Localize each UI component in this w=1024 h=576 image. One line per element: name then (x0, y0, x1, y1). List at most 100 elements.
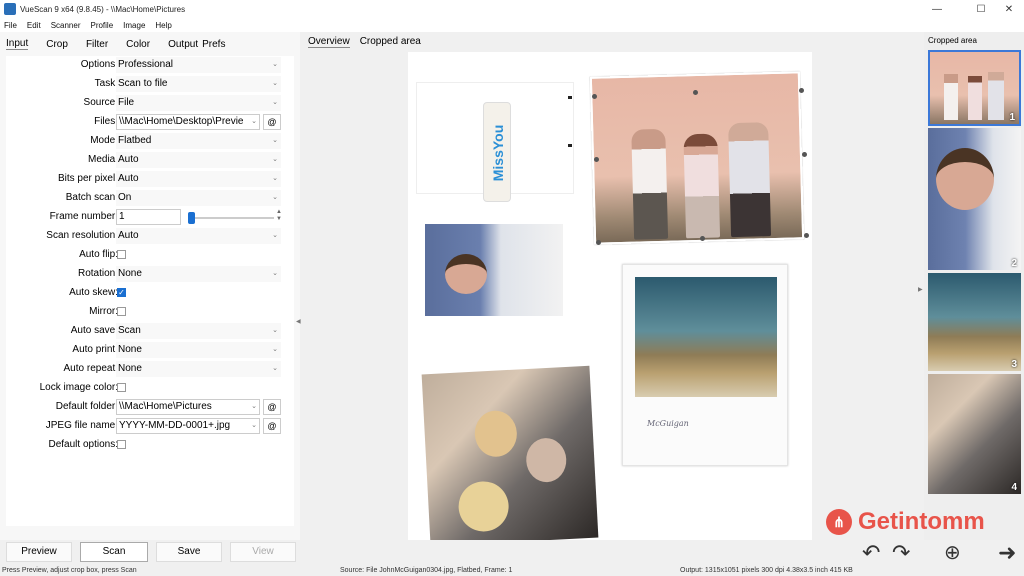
photo-boy-lying[interactable] (425, 224, 563, 316)
rotation-select[interactable]: None ⌄ (116, 266, 281, 282)
minimize-button[interactable]: — (920, 0, 954, 18)
autosave-select[interactable]: Scan ⌄ (116, 323, 281, 339)
crop-handle[interactable] (596, 240, 601, 245)
autoskew-checkbox[interactable]: ✓ (117, 288, 126, 297)
crop-handle[interactable] (693, 90, 698, 95)
menu-scanner[interactable]: Scanner (51, 21, 81, 30)
mirror-checkbox[interactable] (117, 307, 126, 316)
scan-preview[interactable]: MissYou McGuigan (408, 52, 812, 540)
row-task: Task: Scan to file ⌄ (6, 75, 294, 94)
autorepeat-label: Auto repeat: (63, 363, 118, 374)
options-label: Options: (80, 59, 118, 70)
tab-color[interactable]: Color (126, 39, 150, 50)
menu-help[interactable]: Help (155, 21, 171, 30)
spin-arrows-icon[interactable]: ▲ ▼ (276, 209, 282, 223)
redo-icon[interactable]: ↷ (892, 540, 910, 566)
undo-icon[interactable]: ↶ (862, 540, 880, 566)
crop-handle[interactable] (700, 236, 705, 241)
missyou-text: MissYou (490, 124, 506, 182)
crop-handle[interactable] (799, 88, 804, 93)
tab-output[interactable]: Output (168, 39, 198, 50)
crop-handle[interactable] (804, 233, 809, 238)
row-mirror: Mirror: (6, 303, 294, 322)
row-resolution: Scan resolution: Auto ⌄ (6, 227, 294, 246)
preview-panel: Overview Cropped area MissYou McGuigan (304, 32, 916, 540)
save-button[interactable]: Save (156, 542, 222, 562)
row-batch: Batch scan: On ⌄ (6, 189, 294, 208)
batch-select[interactable]: On ⌄ (116, 190, 281, 206)
chevron-down-icon: ⌄ (272, 365, 278, 372)
view-button[interactable]: View (230, 542, 296, 562)
menu-image[interactable]: Image (123, 21, 145, 30)
lockcolor-checkbox[interactable] (117, 383, 126, 392)
chevron-down-icon: ⌄ (272, 61, 278, 68)
autorepeat-select[interactable]: None ⌄ (116, 361, 281, 377)
person-figure (968, 76, 982, 120)
resolution-value: Auto (118, 230, 139, 241)
scan-mark (568, 144, 572, 147)
tab-input[interactable]: Input (6, 38, 29, 50)
autoflip-label: Auto flip: (79, 249, 118, 260)
settings-tabs: Input Crop Filter Color Output Prefs (0, 32, 300, 56)
folder-at-button[interactable]: @ (263, 399, 281, 415)
tab-cropped-area[interactable]: Cropped area (360, 36, 421, 48)
watermark-text: Getintomm (858, 508, 985, 535)
source-label: Source: (83, 97, 118, 108)
settings-panel: Input Crop Filter Color Output Prefs Opt… (0, 32, 300, 540)
files-at-button[interactable]: @ (263, 114, 281, 130)
media-select[interactable]: Auto ⌄ (116, 152, 281, 168)
thumbnail-3[interactable]: 3 (928, 273, 1021, 371)
task-select[interactable]: Scan to file ⌄ (116, 76, 281, 92)
autosave-value: Scan (118, 325, 141, 336)
jpeg-at-button[interactable]: @ (263, 418, 281, 434)
preview-button[interactable]: Preview (6, 542, 72, 562)
row-mode: Mode: Flatbed ⌄ (6, 132, 294, 151)
collapse-right-icon[interactable]: ▶ (918, 286, 923, 293)
chevron-down-icon: ⌄ (272, 232, 278, 239)
source-select[interactable]: File ⌄ (116, 95, 281, 111)
options-select[interactable]: Professional ⌄ (116, 57, 281, 73)
mode-select[interactable]: Flatbed ⌄ (116, 133, 281, 149)
photo-family-group[interactable] (421, 365, 599, 540)
photo-family-three[interactable] (589, 71, 805, 245)
scan-button[interactable]: Scan (80, 542, 148, 562)
crop-handle[interactable] (802, 152, 807, 157)
frame-slider-thumb[interactable] (188, 212, 195, 224)
tab-overview[interactable]: Overview (308, 36, 350, 48)
collapse-left-icon[interactable]: ◀ (296, 318, 301, 325)
chevron-down-icon: ⌄ (251, 403, 257, 410)
menu-profile[interactable]: Profile (90, 21, 113, 30)
tab-prefs[interactable]: Prefs (202, 39, 225, 50)
row-defaultopts: Default options: (6, 436, 294, 455)
chevron-down-icon: ⌄ (272, 137, 278, 144)
thumbnail-4[interactable]: 4 (928, 374, 1021, 494)
files-input[interactable]: \\Mac\Home\Desktop\Previe ⌄ (116, 114, 260, 130)
frame-number-input[interactable]: 1 (116, 209, 181, 225)
bits-select[interactable]: Auto ⌄ (116, 171, 281, 187)
crop-handle[interactable] (592, 94, 597, 99)
arrow-right-icon[interactable]: ➜ (998, 540, 1016, 566)
preview-tabs: Overview Cropped area (308, 36, 421, 48)
tab-crop[interactable]: Crop (46, 39, 68, 50)
close-button[interactable]: ✕ (992, 0, 1024, 18)
thumbnail-2[interactable]: 2 (928, 128, 1021, 270)
photo-polaroid-construction[interactable]: McGuigan (622, 264, 788, 466)
zoom-in-icon[interactable]: ⊕ (944, 540, 961, 565)
jpeg-input[interactable]: YYYY-MM-DD-0001+.jpg ⌄ (116, 418, 260, 434)
thumbnail-1[interactable]: 1 (928, 50, 1021, 126)
rotation-value: None (118, 268, 142, 279)
menu-file[interactable]: File (4, 21, 17, 30)
crop-handle[interactable] (594, 157, 599, 162)
resolution-select[interactable]: Auto ⌄ (116, 228, 281, 244)
frame-slider-track[interactable] (188, 217, 274, 219)
status-right: Output: 1315x1051 pixels 300 dpi 4.38x3.… (680, 567, 853, 574)
autoprint-select[interactable]: None ⌄ (116, 342, 281, 358)
folder-input[interactable]: \\Mac\Home\Pictures ⌄ (116, 399, 260, 415)
row-autoflip: Auto flip: (6, 246, 294, 265)
defaultopts-checkbox[interactable] (117, 440, 126, 449)
autoflip-checkbox[interactable] (117, 250, 126, 259)
person-figure (728, 122, 772, 238)
menu-edit[interactable]: Edit (27, 21, 41, 30)
row-rotation: Rotation: None ⌄ (6, 265, 294, 284)
tab-filter[interactable]: Filter (86, 39, 108, 50)
